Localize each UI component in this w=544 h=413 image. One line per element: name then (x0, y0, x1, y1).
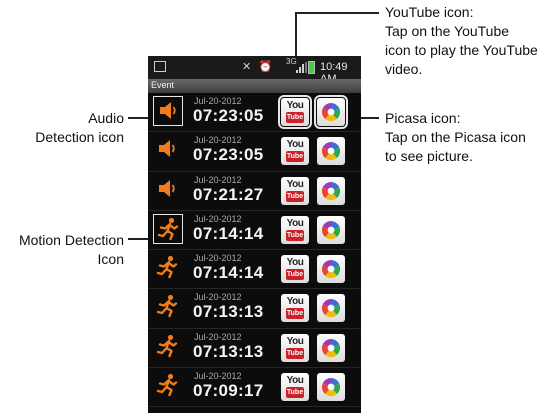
picasa-icon[interactable] (317, 255, 345, 284)
mute-alarm-icons: ✕ ⏰ (242, 60, 275, 73)
event-row[interactable]: Jul-20-2012 07:23:05 You Tube (148, 93, 361, 133)
motion-detection-icon (153, 253, 183, 283)
event-date: Jul-20-2012 (194, 213, 242, 224)
picasa-pinwheel-icon (321, 260, 341, 279)
motion-detection-icon (153, 332, 183, 362)
battery-icon (308, 61, 315, 74)
event-date: Jul-20-2012 (194, 96, 242, 106)
youtube-logo-top: You (286, 296, 304, 308)
youtube-icon[interactable]: You Tube (281, 137, 309, 166)
youtube-logo-bottom: Tube (286, 347, 304, 359)
event-row[interactable]: Jul-20-2012 07:14:14 You Tube (148, 250, 361, 290)
youtube-icon[interactable]: You Tube (281, 176, 309, 205)
event-row[interactable]: Jul-20-2012 07:13:13 You Tube (148, 289, 361, 329)
picasa-icon[interactable] (317, 373, 345, 402)
youtube-logo-bottom: Tube (286, 229, 304, 241)
picasa-callout: Picasa icon: Tap on the Picasa icon to s… (385, 110, 526, 164)
picasa-pinwheel-icon (321, 378, 341, 397)
youtube-logo-bottom: Tube (286, 308, 304, 320)
picasa-pinwheel-icon (321, 338, 341, 357)
audio-detection-icon (153, 96, 183, 126)
picasa-icon[interactable] (317, 137, 345, 166)
picasa-pinwheel-icon (321, 102, 341, 122)
picasa-icon[interactable] (314, 95, 348, 129)
youtube-logo-top: You (286, 375, 304, 387)
event-time: 07:21:27 (193, 184, 264, 204)
youtube-icon[interactable]: You Tube (278, 95, 312, 129)
youtube-logo-bottom: Tube (286, 387, 304, 399)
youtube-logo-bottom: Tube (286, 269, 304, 281)
picasa-icon[interactable] (317, 333, 345, 362)
motion-detection-icon (153, 292, 183, 322)
picasa-icon[interactable] (317, 215, 345, 244)
event-time: 07:23:05 (193, 106, 264, 125)
picasa-pinwheel-icon (321, 142, 341, 161)
event-time: 07:23:05 (193, 145, 264, 165)
event-time: 07:13:13 (193, 341, 264, 361)
event-time: 07:09:17 (193, 381, 264, 401)
event-row[interactable]: Jul-20-2012 07:09:17 You Tube (148, 368, 361, 408)
event-row[interactable]: Jul-20-2012 07:23:05 You Tube (148, 132, 361, 172)
youtube-icon[interactable]: You Tube (281, 255, 309, 284)
youtube-leader-h (295, 12, 379, 14)
youtube-callout: YouTube icon: Tap on the YouTube icon to… (385, 4, 538, 77)
screen-title: Event (151, 80, 175, 90)
gallery-notification-icon (154, 61, 166, 72)
youtube-logo-top: You (286, 257, 304, 269)
youtube-logo-top: You (286, 217, 304, 229)
event-date: Jul-20-2012 (194, 371, 242, 382)
event-date: Jul-20-2012 (194, 253, 242, 264)
event-list: Jul-20-2012 07:23:05 You Tube Jul-20-201… (148, 93, 361, 408)
event-time: 07:14:14 (193, 223, 264, 243)
motion-detection-icon (153, 371, 183, 401)
youtube-logo-bottom: Tube (286, 190, 304, 202)
motion-detection-icon (153, 213, 183, 244)
event-time: 07:13:13 (193, 302, 264, 322)
youtube-icon[interactable]: You Tube (281, 215, 309, 244)
audio-detection-icon (153, 135, 183, 165)
audio-detection-icon (153, 175, 183, 205)
youtube-icon[interactable]: You Tube (281, 294, 309, 323)
youtube-logo-bottom: Tube (286, 151, 304, 163)
youtube-logo-top: You (286, 335, 304, 347)
event-date: Jul-20-2012 (194, 331, 242, 342)
picasa-pinwheel-icon (321, 299, 341, 318)
youtube-logo-top: You (286, 178, 304, 190)
title-bar: Event (148, 79, 361, 93)
motion-callout: Motion Detection Icon (18, 232, 124, 267)
youtube-logo-top: You (286, 139, 304, 151)
phone-screen: ✕ ⏰ 3G 10:49 AM Event Jul-20-2012 07:23:… (148, 56, 361, 413)
event-date: Jul-20-2012 (194, 292, 242, 303)
event-date: Jul-20-2012 (194, 174, 242, 185)
audio-callout: Audio Detection icon (35, 110, 124, 145)
picasa-pinwheel-icon (321, 181, 341, 200)
picasa-icon[interactable] (317, 294, 345, 323)
signal-icon (296, 62, 307, 73)
status-bar: ✕ ⏰ 3G 10:49 AM (148, 56, 361, 85)
youtube-icon[interactable]: You Tube (281, 333, 309, 362)
event-time: 07:14:14 (193, 263, 264, 283)
event-date: Jul-20-2012 (194, 135, 242, 146)
youtube-logo-bottom: Tube (286, 112, 304, 123)
event-row[interactable]: Jul-20-2012 07:21:27 You Tube (148, 172, 361, 211)
picasa-icon[interactable] (317, 176, 345, 205)
youtube-logo-top: You (286, 100, 304, 111)
youtube-icon[interactable]: You Tube (281, 373, 309, 402)
event-row[interactable]: Jul-20-2012 07:14:14 You Tube (148, 211, 361, 251)
picasa-pinwheel-icon (321, 220, 341, 240)
event-row[interactable]: Jul-20-2012 07:13:13 You Tube (148, 329, 361, 369)
